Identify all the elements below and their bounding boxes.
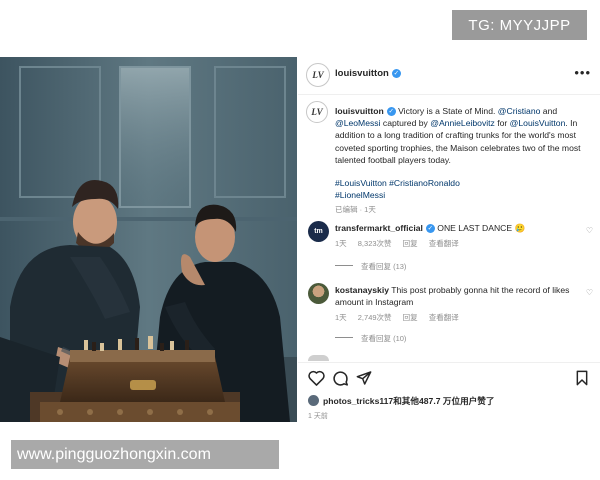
- comment-text: ONE LAST DANCE 🥲: [437, 223, 526, 233]
- hashtags-line-1[interactable]: #LouisVuitton #CristianoRonaldo: [335, 177, 593, 189]
- account-avatar[interactable]: LV: [306, 63, 330, 87]
- mention-cristiano[interactable]: @Cristiano: [498, 106, 541, 116]
- comment-likes[interactable]: 8,323次赞: [358, 239, 392, 248]
- mention-leomessi[interactable]: @LeoMessi: [335, 118, 381, 128]
- mention-annieleibovitz[interactable]: @AnnieLeibovitz: [430, 118, 495, 128]
- comment-translate-button[interactable]: 查看翻译: [429, 239, 459, 248]
- comment-body: kostanayskiy This post probably gonna hi…: [335, 284, 580, 324]
- comment-translate-button[interactable]: 查看翻译: [429, 313, 459, 322]
- share-icon[interactable]: [354, 368, 374, 388]
- post-caption: louisvuitton ✓ Victory is a State of Mind…: [335, 105, 593, 217]
- caption-hashtags: #LouisVuitton #CristianoRonaldo #LionelM…: [335, 177, 593, 201]
- caption-avatar[interactable]: LV: [306, 101, 328, 123]
- post-panel: LV louisvuitton ✓ ••• LV louisvuitton ✓ Vi…: [298, 57, 600, 422]
- instagram-post: LV louisvuitton ✓ ••• LV louisvuitton ✓ Vi…: [0, 57, 600, 422]
- more-icon[interactable]: •••: [574, 65, 591, 80]
- caption-text-3: captured by: [382, 118, 428, 129]
- hashtags-line-2[interactable]: #LionelMessi: [335, 189, 593, 201]
- post-header: louisvuitton ✓: [335, 68, 401, 79]
- comment-username[interactable]: kostanayskiy: [335, 285, 389, 295]
- post-timestamp: 1 天前: [308, 413, 328, 420]
- verified-icon: ✓: [425, 224, 435, 233]
- comment-time: 1天: [335, 239, 347, 248]
- comment-icon[interactable]: [330, 368, 350, 388]
- verified-icon: ✓: [391, 69, 401, 78]
- post-photo[interactable]: [0, 57, 297, 422]
- comment-heart-icon[interactable]: ♡: [586, 226, 593, 235]
- caption-username[interactable]: louisvuitton: [335, 106, 384, 116]
- comment-time: 1天: [335, 313, 347, 322]
- commenter-avatar[interactable]: tm: [308, 221, 329, 242]
- watermark-bottom-text: www.pingguozhongxin.com: [17, 445, 211, 463]
- actions-divider: [298, 362, 600, 363]
- chess-players-image: [0, 57, 297, 422]
- comment-heart-icon[interactable]: ♡: [586, 288, 593, 297]
- liked-by-text: photos_tricks117和其他487.7 万位用户赞了: [323, 396, 495, 406]
- liker-avatar: [308, 395, 319, 406]
- comment-reply-button[interactable]: 回复: [403, 313, 418, 322]
- account-username[interactable]: louisvuitton: [335, 68, 389, 79]
- watermark-top-text: TG: MYYJJPP: [468, 16, 571, 34]
- commenter-avatar: [308, 355, 329, 361]
- verified-icon: ✓: [386, 107, 396, 116]
- comment-meta: 1天 2,749次赞 回复 查看翻译: [335, 312, 580, 324]
- comment-username[interactable]: transfermarkt_official: [335, 223, 423, 233]
- watermark-bottom: www.pingguozhongxin.com: [11, 440, 279, 469]
- comment-reply-button[interactable]: 回复: [403, 239, 418, 248]
- caption-text-2: and: [542, 106, 558, 116]
- caption-text-1: Victory is a State of Mind.: [398, 106, 496, 116]
- view-replies-button[interactable]: 查看回复 (10): [335, 333, 406, 344]
- caption-meta: 已编辑 · 1天: [335, 205, 376, 215]
- caption-text-4: for: [497, 118, 508, 129]
- likes-summary[interactable]: photos_tricks117和其他487.7 万位用户赞了: [308, 395, 494, 407]
- header-divider: [298, 94, 600, 95]
- mention-louisvuitton[interactable]: @LouisVuitton: [510, 118, 566, 128]
- commenter-avatar[interactable]: [308, 283, 329, 304]
- bookmark-icon[interactable]: [572, 368, 592, 388]
- comment-likes[interactable]: 2,749次赞: [358, 313, 392, 322]
- post-actions: [306, 368, 592, 390]
- comment-meta: 1天 8,323次赞 回复 查看翻译: [335, 238, 580, 250]
- heart-icon[interactable]: [306, 368, 326, 388]
- watermark-top: TG: MYYJJPP: [452, 10, 587, 40]
- comment-body: transfermarkt_official ✓ ONE LAST DANCE 🥲…: [335, 222, 580, 250]
- commenter-avatar-label: tm: [314, 228, 323, 235]
- view-replies-button[interactable]: 查看回复 (13): [335, 261, 406, 272]
